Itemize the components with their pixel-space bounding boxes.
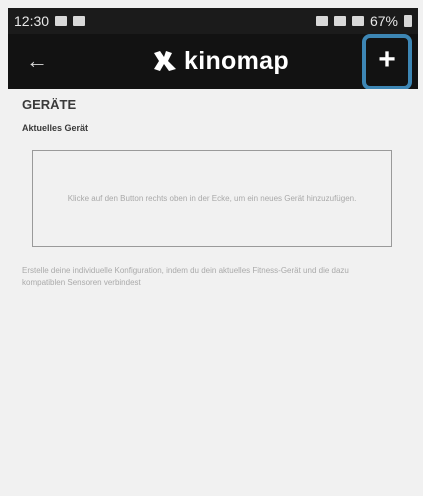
- status-bar: 12:30 67%: [8, 8, 418, 34]
- app-bar: ← kinomap +: [8, 34, 418, 90]
- page-title: GERÄTE: [22, 97, 77, 112]
- status-bar-left: 12:30: [14, 13, 86, 29]
- gallery-icon: [55, 16, 68, 26]
- devices-content: GERÄTE Aktuelles Gerät Klicke auf den Bu…: [8, 89, 418, 489]
- plus-icon: +: [378, 43, 396, 76]
- add-device-button[interactable]: +: [362, 34, 412, 90]
- battery-percent: 67%: [369, 13, 398, 29]
- app-screen: 12:30 67% ← kinomap + GERÄTE Aktuelles G…: [0, 0, 423, 496]
- signal-icon: [351, 16, 364, 26]
- bluetooth-icon: [333, 16, 346, 26]
- status-bar-right: 67%: [315, 13, 412, 29]
- kinomap-logo-icon: [154, 51, 176, 71]
- empty-device-message: Klicke auf den Button rechts oben in der…: [67, 193, 357, 203]
- mail-icon: [73, 16, 86, 26]
- empty-device-box: Klicke auf den Button rechts oben in der…: [32, 150, 392, 247]
- battery-icon: [404, 15, 412, 27]
- current-device-label: Aktuelles Gerät: [22, 123, 89, 133]
- logo-text: kinomap: [184, 46, 289, 75]
- configuration-info-text: Erstelle deine individuelle Konfiguratio…: [22, 266, 349, 287]
- mute-icon: [315, 16, 328, 26]
- kinomap-logo: kinomap: [152, 46, 289, 76]
- back-button[interactable]: ←: [22, 46, 52, 76]
- arrow-left-icon: ←: [26, 48, 48, 73]
- status-time: 12:30: [14, 13, 50, 29]
